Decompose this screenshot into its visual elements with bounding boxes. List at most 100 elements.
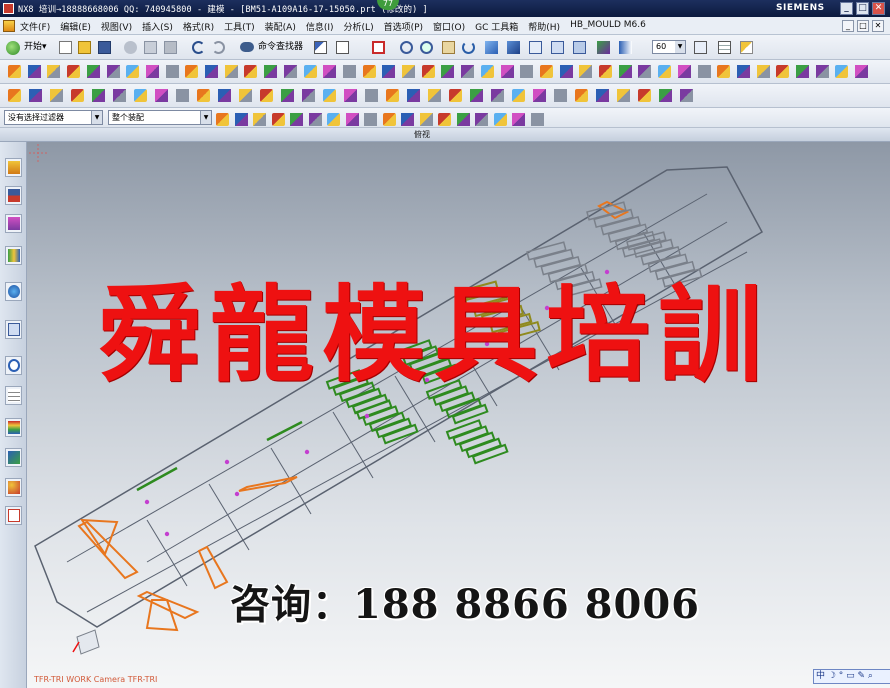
redo-button[interactable] (210, 39, 227, 56)
curve-tool-button-28[interactable] (573, 87, 590, 104)
curve-tool-button-10[interactable] (195, 87, 212, 104)
feature-tool-button-4[interactable] (65, 63, 82, 80)
doc-restore-button[interactable]: □ (857, 20, 869, 32)
menu-hb-mould[interactable]: HB_MOULD M6.6 (570, 20, 646, 33)
selection-filter-select[interactable]: 没有选择过滤器 ▼ (4, 110, 103, 125)
feature-tool-button-43[interactable] (833, 63, 850, 80)
feature-tool-button-24[interactable] (459, 63, 476, 80)
feature-tool-button-38[interactable] (735, 63, 752, 80)
rotate-button[interactable] (460, 39, 477, 56)
constraint-navigator-tab[interactable] (5, 186, 22, 205)
feature-tool-button-5[interactable] (85, 63, 102, 80)
feature-tool-button-29[interactable] (558, 63, 575, 80)
snap-filter-button-5[interactable] (288, 111, 305, 128)
menu-help[interactable]: 帮助(H) (528, 20, 560, 33)
feature-tool-button-37[interactable] (715, 63, 732, 80)
feature-tool-button-26[interactable] (499, 63, 516, 80)
curve-tool-button-7[interactable] (132, 87, 149, 104)
web-browser-tab[interactable] (5, 282, 22, 301)
snap-filter-button-2[interactable] (233, 111, 250, 128)
feature-tool-button-16[interactable] (302, 63, 319, 80)
snap-filter-button-10[interactable] (381, 111, 398, 128)
layer-button[interactable] (692, 39, 709, 56)
select-button[interactable] (334, 39, 351, 56)
feature-tool-button-40[interactable] (774, 63, 791, 80)
curve-tool-button-14[interactable] (279, 87, 296, 104)
menu-insert[interactable]: 插入(S) (142, 20, 173, 33)
curve-tool-button-12[interactable] (237, 87, 254, 104)
render-button[interactable] (617, 39, 634, 56)
visualization-tab[interactable] (5, 418, 22, 437)
history-tab[interactable] (5, 320, 22, 339)
sketch-tab[interactable] (5, 506, 22, 525)
section-button[interactable] (595, 39, 612, 56)
snap-filter-button-14[interactable] (455, 111, 472, 128)
drafting-button[interactable] (738, 39, 755, 56)
menu-preferences[interactable]: 首选项(P) (384, 20, 423, 33)
save-button[interactable] (96, 39, 113, 56)
assembly-scope-select[interactable]: 整个装配 ▼ (108, 110, 212, 125)
assembly-navigator-tab[interactable] (5, 158, 22, 177)
feature-tool-button-7[interactable] (124, 63, 141, 80)
snap-filter-button-1[interactable] (214, 111, 231, 128)
snap-filter-button-12[interactable] (418, 111, 435, 128)
curve-tool-button-5[interactable] (90, 87, 107, 104)
system-materials-tab[interactable] (5, 386, 22, 405)
feature-tool-button-32[interactable] (617, 63, 634, 80)
feature-tool-button-30[interactable] (577, 63, 594, 80)
feature-tool-button-20[interactable] (380, 63, 397, 80)
curve-tool-button-26[interactable] (531, 87, 548, 104)
snap-filter-button-3[interactable] (251, 111, 268, 128)
snap-filter-button-18[interactable] (529, 111, 546, 128)
undo-button[interactable] (190, 39, 207, 56)
feature-tool-button-17[interactable] (321, 63, 338, 80)
ime-toolbar-widget[interactable]: 中 ☽ ° ▭ ✎ ⌕ (813, 669, 890, 684)
curve-tool-button-4[interactable] (69, 87, 86, 104)
feature-tool-button-6[interactable] (105, 63, 122, 80)
snap-filter-button-16[interactable] (492, 111, 509, 128)
curve-tool-button-24[interactable] (489, 87, 506, 104)
feature-tool-button-2[interactable] (26, 63, 43, 80)
feature-tool-button-31[interactable] (597, 63, 614, 80)
curve-tool-button-23[interactable] (468, 87, 485, 104)
feature-tool-button-27[interactable] (518, 63, 535, 80)
zoom-button[interactable] (398, 39, 415, 56)
feature-tool-button-12[interactable] (223, 63, 240, 80)
feature-tool-button-23[interactable] (439, 63, 456, 80)
hidden-edges-button[interactable] (571, 39, 588, 56)
curve-tool-button-32[interactable] (657, 87, 674, 104)
feature-tool-button-3[interactable] (45, 63, 62, 80)
menu-information[interactable]: 信息(I) (306, 20, 334, 33)
feature-tool-button-10[interactable] (183, 63, 200, 80)
menu-view[interactable]: 视图(V) (101, 20, 132, 33)
static-wireframe-button[interactable] (549, 39, 566, 56)
cut-button[interactable] (122, 39, 139, 56)
table-button[interactable] (716, 39, 733, 56)
feature-tool-button-15[interactable] (282, 63, 299, 80)
curve-tool-button-9[interactable] (174, 87, 191, 104)
wireframe-button[interactable] (527, 39, 544, 56)
snap-filter-button-15[interactable] (473, 111, 490, 128)
shaded-button[interactable] (483, 39, 500, 56)
snap-filter-button-8[interactable] (344, 111, 361, 128)
curve-tool-button-8[interactable] (153, 87, 170, 104)
feature-tool-button-34[interactable] (656, 63, 673, 80)
doc-close-button[interactable]: ✕ (872, 20, 884, 32)
curve-tool-button-29[interactable] (594, 87, 611, 104)
curve-tool-button-11[interactable] (216, 87, 233, 104)
curve-tool-button-16[interactable] (321, 87, 338, 104)
feature-tool-button-33[interactable] (636, 63, 653, 80)
curve-tool-button-15[interactable] (300, 87, 317, 104)
menu-window[interactable]: 窗口(O) (433, 20, 465, 33)
feature-tool-button-42[interactable] (814, 63, 831, 80)
doc-minimize-button[interactable]: _ (842, 20, 854, 32)
curve-tool-button-6[interactable] (111, 87, 128, 104)
shaded-edges-button[interactable] (505, 39, 522, 56)
maximize-button[interactable]: □ (856, 2, 869, 15)
feature-tool-button-28[interactable] (538, 63, 555, 80)
snap-filter-button-9[interactable] (362, 111, 379, 128)
start-button[interactable]: 开始▾ (6, 39, 47, 56)
feature-tool-button-41[interactable] (794, 63, 811, 80)
menu-tools[interactable]: 工具(T) (224, 20, 255, 33)
menu-file[interactable]: 文件(F) (20, 20, 50, 33)
